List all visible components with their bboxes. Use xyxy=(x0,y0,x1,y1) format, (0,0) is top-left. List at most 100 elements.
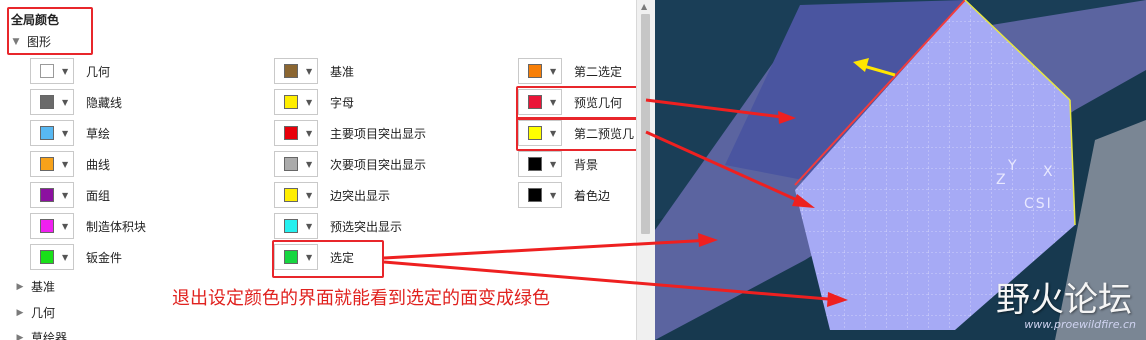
color-item-curve[interactable]: ▼ 曲线 xyxy=(30,150,110,178)
color-swatch xyxy=(528,126,542,140)
color-label: 第二选定 xyxy=(574,64,623,79)
color-swatch xyxy=(528,188,542,202)
color-picker[interactable]: ▼ xyxy=(30,120,74,146)
dropdown-arrow-icon: ▼ xyxy=(550,128,557,138)
vertical-scrollbar[interactable]: ▲ xyxy=(636,0,655,340)
color-swatch xyxy=(284,157,298,171)
color-settings-panel: 全局颜色 ▼ 图形 ▼ 几何 ▼ 隐藏线 ▼ 草绘 ▼ 曲线 ▼ 面组 ▼ 制造… xyxy=(0,0,636,340)
color-picker[interactable]: ▼ xyxy=(518,58,562,84)
color-label: 制造体积块 xyxy=(86,219,147,234)
color-label: 背景 xyxy=(574,157,599,172)
color-item-geometry[interactable]: ▼ 几何 xyxy=(30,57,110,85)
color-item-mfg-volume[interactable]: ▼ 制造体积块 xyxy=(30,212,146,240)
dropdown-arrow-icon: ▼ xyxy=(306,190,313,200)
color-swatch xyxy=(40,157,54,171)
dropdown-arrow-icon: ▼ xyxy=(550,97,557,107)
color-item-hidden-line[interactable]: ▼ 隐藏线 xyxy=(30,88,122,116)
graphics-group-label: 图形 xyxy=(27,35,52,49)
color-label: 隐藏线 xyxy=(86,95,123,110)
color-item-edge-highlight[interactable]: ▼ 边突出显示 xyxy=(274,181,390,209)
color-swatch xyxy=(40,219,54,233)
color-picker[interactable]: ▼ xyxy=(30,151,74,177)
collapsed-caret-icon: ▶ xyxy=(16,307,24,318)
color-picker[interactable]: ▼ xyxy=(30,182,74,208)
color-picker[interactable]: ▼ xyxy=(30,58,74,84)
dropdown-arrow-icon: ▼ xyxy=(306,97,313,107)
tree-section-geometry[interactable]: ▶ 几何 xyxy=(15,304,55,321)
color-label: 选定 xyxy=(330,250,355,265)
color-swatch xyxy=(528,64,542,78)
color-item-secondary-highlight[interactable]: ▼ 次要项目突出显示 xyxy=(274,150,426,178)
color-picker[interactable]: ▼ xyxy=(30,213,74,239)
tree-section-label: 草绘器 xyxy=(31,331,68,340)
color-item-background[interactable]: ▼ 背景 xyxy=(518,150,598,178)
global-colors-title: 全局颜色 xyxy=(11,13,60,27)
color-item-selected[interactable]: ▼ 选定 xyxy=(274,243,354,271)
color-item-sheetmetal[interactable]: ▼ 钣金件 xyxy=(30,243,122,271)
color-item-preselect-highlight[interactable]: ▼ 预选突出显示 xyxy=(274,212,402,240)
tree-section-datum[interactable]: ▶ 基准 xyxy=(15,278,55,295)
color-swatch xyxy=(284,219,298,233)
color-picker[interactable]: ▼ xyxy=(518,89,562,115)
color-item-secondary-preview[interactable]: ▼ 第二预览几 xyxy=(518,119,634,147)
color-picker[interactable]: ▼ xyxy=(274,213,318,239)
dropdown-arrow-icon: ▼ xyxy=(306,252,313,262)
collapsed-caret-icon: ▶ xyxy=(16,332,24,340)
dropdown-arrow-icon: ▼ xyxy=(306,159,313,169)
color-label: 预选突出显示 xyxy=(330,219,403,234)
color-item-shaded-edge[interactable]: ▼ 着色边 xyxy=(518,181,610,209)
color-swatch xyxy=(40,95,54,109)
watermark-logo: 野火论坛 xyxy=(996,280,1132,320)
color-swatch xyxy=(284,250,298,264)
color-label: 字母 xyxy=(330,95,355,110)
collapsed-caret-icon: ▶ xyxy=(16,281,24,292)
color-picker[interactable]: ▼ xyxy=(518,151,562,177)
color-label: 预览几何 xyxy=(574,95,623,110)
csi-y-label: Y xyxy=(1008,158,1017,174)
color-item-preview-geometry[interactable]: ▼ 预览几何 xyxy=(518,88,622,116)
color-label: 第二预览几 xyxy=(574,126,635,141)
color-label: 曲线 xyxy=(86,157,111,172)
watermark-url: www.proewildfire.cn xyxy=(1024,318,1136,331)
color-swatch xyxy=(284,64,298,78)
color-picker[interactable]: ▼ xyxy=(518,182,562,208)
graphics-group-toggle[interactable]: ▼ 图形 xyxy=(11,33,51,50)
annotation-text: 退出设定颜色的界面就能看到选定的面变成绿色 xyxy=(172,288,550,309)
color-picker[interactable]: ▼ xyxy=(30,244,74,270)
color-picker[interactable]: ▼ xyxy=(274,182,318,208)
color-picker[interactable]: ▼ xyxy=(274,58,318,84)
tree-section-label: 几何 xyxy=(31,306,56,320)
color-label: 着色边 xyxy=(574,188,611,203)
dropdown-arrow-icon: ▼ xyxy=(62,128,69,138)
color-picker[interactable]: ▼ xyxy=(274,120,318,146)
color-item-datum[interactable]: ▼ 基准 xyxy=(274,57,354,85)
dropdown-arrow-icon: ▼ xyxy=(62,159,69,169)
csi-z-label: Z xyxy=(996,172,1006,188)
color-picker[interactable]: ▼ xyxy=(30,89,74,115)
dropdown-arrow-icon: ▼ xyxy=(62,190,69,200)
color-item-letters[interactable]: ▼ 字母 xyxy=(274,88,354,116)
dropdown-arrow-icon: ▼ xyxy=(550,159,557,169)
color-item-sketch[interactable]: ▼ 草绘 xyxy=(30,119,110,147)
dropdown-arrow-icon: ▼ xyxy=(62,97,69,107)
csi-label: CSI xyxy=(1024,196,1053,212)
dropdown-arrow-icon: ▼ xyxy=(550,190,557,200)
color-picker[interactable]: ▼ xyxy=(274,89,318,115)
color-label: 面组 xyxy=(86,188,111,203)
color-picker[interactable]: ▼ xyxy=(274,151,318,177)
tree-section-sketcher[interactable]: ▶ 草绘器 xyxy=(15,329,67,340)
color-swatch xyxy=(284,95,298,109)
scroll-thumb[interactable] xyxy=(641,14,650,234)
color-item-quilt[interactable]: ▼ 面组 xyxy=(30,181,110,209)
scroll-up-arrow-icon[interactable]: ▲ xyxy=(641,2,647,11)
color-swatch xyxy=(528,157,542,171)
color-swatch xyxy=(40,188,54,202)
color-swatch xyxy=(284,126,298,140)
color-picker[interactable]: ▼ xyxy=(518,120,562,146)
graphics-viewport[interactable]: Y Z X CSI 野火论坛 www.proewildfire.cn xyxy=(655,0,1146,340)
color-item-primary-highlight[interactable]: ▼ 主要项目突出显示 xyxy=(274,119,426,147)
color-swatch xyxy=(40,250,54,264)
dropdown-arrow-icon: ▼ xyxy=(62,221,69,231)
color-picker[interactable]: ▼ xyxy=(274,244,318,270)
color-item-secondary-selected[interactable]: ▼ 第二选定 xyxy=(518,57,622,85)
